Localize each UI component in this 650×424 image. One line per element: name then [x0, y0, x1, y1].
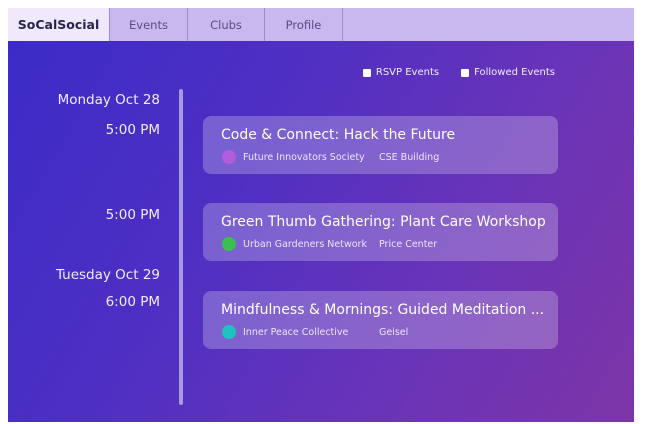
- time-label-1: 5:00 PM: [105, 122, 160, 138]
- event-club[interactable]: Inner Peace Collective: [243, 327, 348, 338]
- event-title: Code & Connect: Hack the Future: [221, 127, 456, 143]
- followed-checkbox[interactable]: [461, 68, 470, 77]
- day-label-tuesday: Tuesday Oct 29: [55, 267, 160, 283]
- event-location: Geisel: [379, 327, 409, 338]
- nav-profile[interactable]: Profile: [265, 8, 343, 41]
- event-card-code-connect[interactable]: Code & Connect: Hack the Future Future I…: [203, 116, 558, 174]
- filter-rsvp-label: RSVP Events: [375, 67, 440, 78]
- brand-logo[interactable]: SoCalSocial: [8, 8, 110, 41]
- filter-rsvp[interactable]: RSVP Events: [362, 67, 440, 78]
- event-filters: RSVP Events Followed Events: [362, 67, 555, 78]
- top-nav: SoCalSocial Events Clubs Profile: [8, 8, 634, 41]
- event-title: Green Thumb Gathering: Plant Care Worksh…: [221, 214, 546, 230]
- filter-followed-label: Followed Events: [474, 67, 555, 78]
- event-location: Price Center: [379, 239, 438, 250]
- event-location: CSE Building: [379, 152, 440, 163]
- club-color-dot: [222, 150, 236, 164]
- time-label-2: 5:00 PM: [105, 207, 160, 223]
- event-title: Mindfulness & Mornings: Guided Meditatio…: [221, 302, 545, 318]
- event-card-green-thumb[interactable]: Green Thumb Gathering: Plant Care Worksh…: [203, 203, 558, 261]
- club-color-dot: [222, 325, 236, 339]
- nav-clubs[interactable]: Clubs: [188, 8, 265, 41]
- nav-events[interactable]: Events: [110, 8, 188, 41]
- filter-followed[interactable]: Followed Events: [461, 67, 555, 78]
- rsvp-checkbox[interactable]: [362, 68, 371, 77]
- event-club[interactable]: Urban Gardeners Network: [243, 239, 367, 250]
- club-color-dot: [222, 237, 236, 251]
- app-window: SoCalSocial Events Clubs Profile RSVP Ev…: [8, 8, 634, 422]
- event-card-mindfulness[interactable]: Mindfulness & Mornings: Guided Meditatio…: [203, 291, 558, 349]
- timeline-line: [179, 89, 183, 405]
- time-label-3: 6:00 PM: [105, 294, 160, 310]
- day-label-monday: Monday Oct 28: [57, 92, 160, 108]
- event-club[interactable]: Future Innovators Society: [243, 152, 365, 163]
